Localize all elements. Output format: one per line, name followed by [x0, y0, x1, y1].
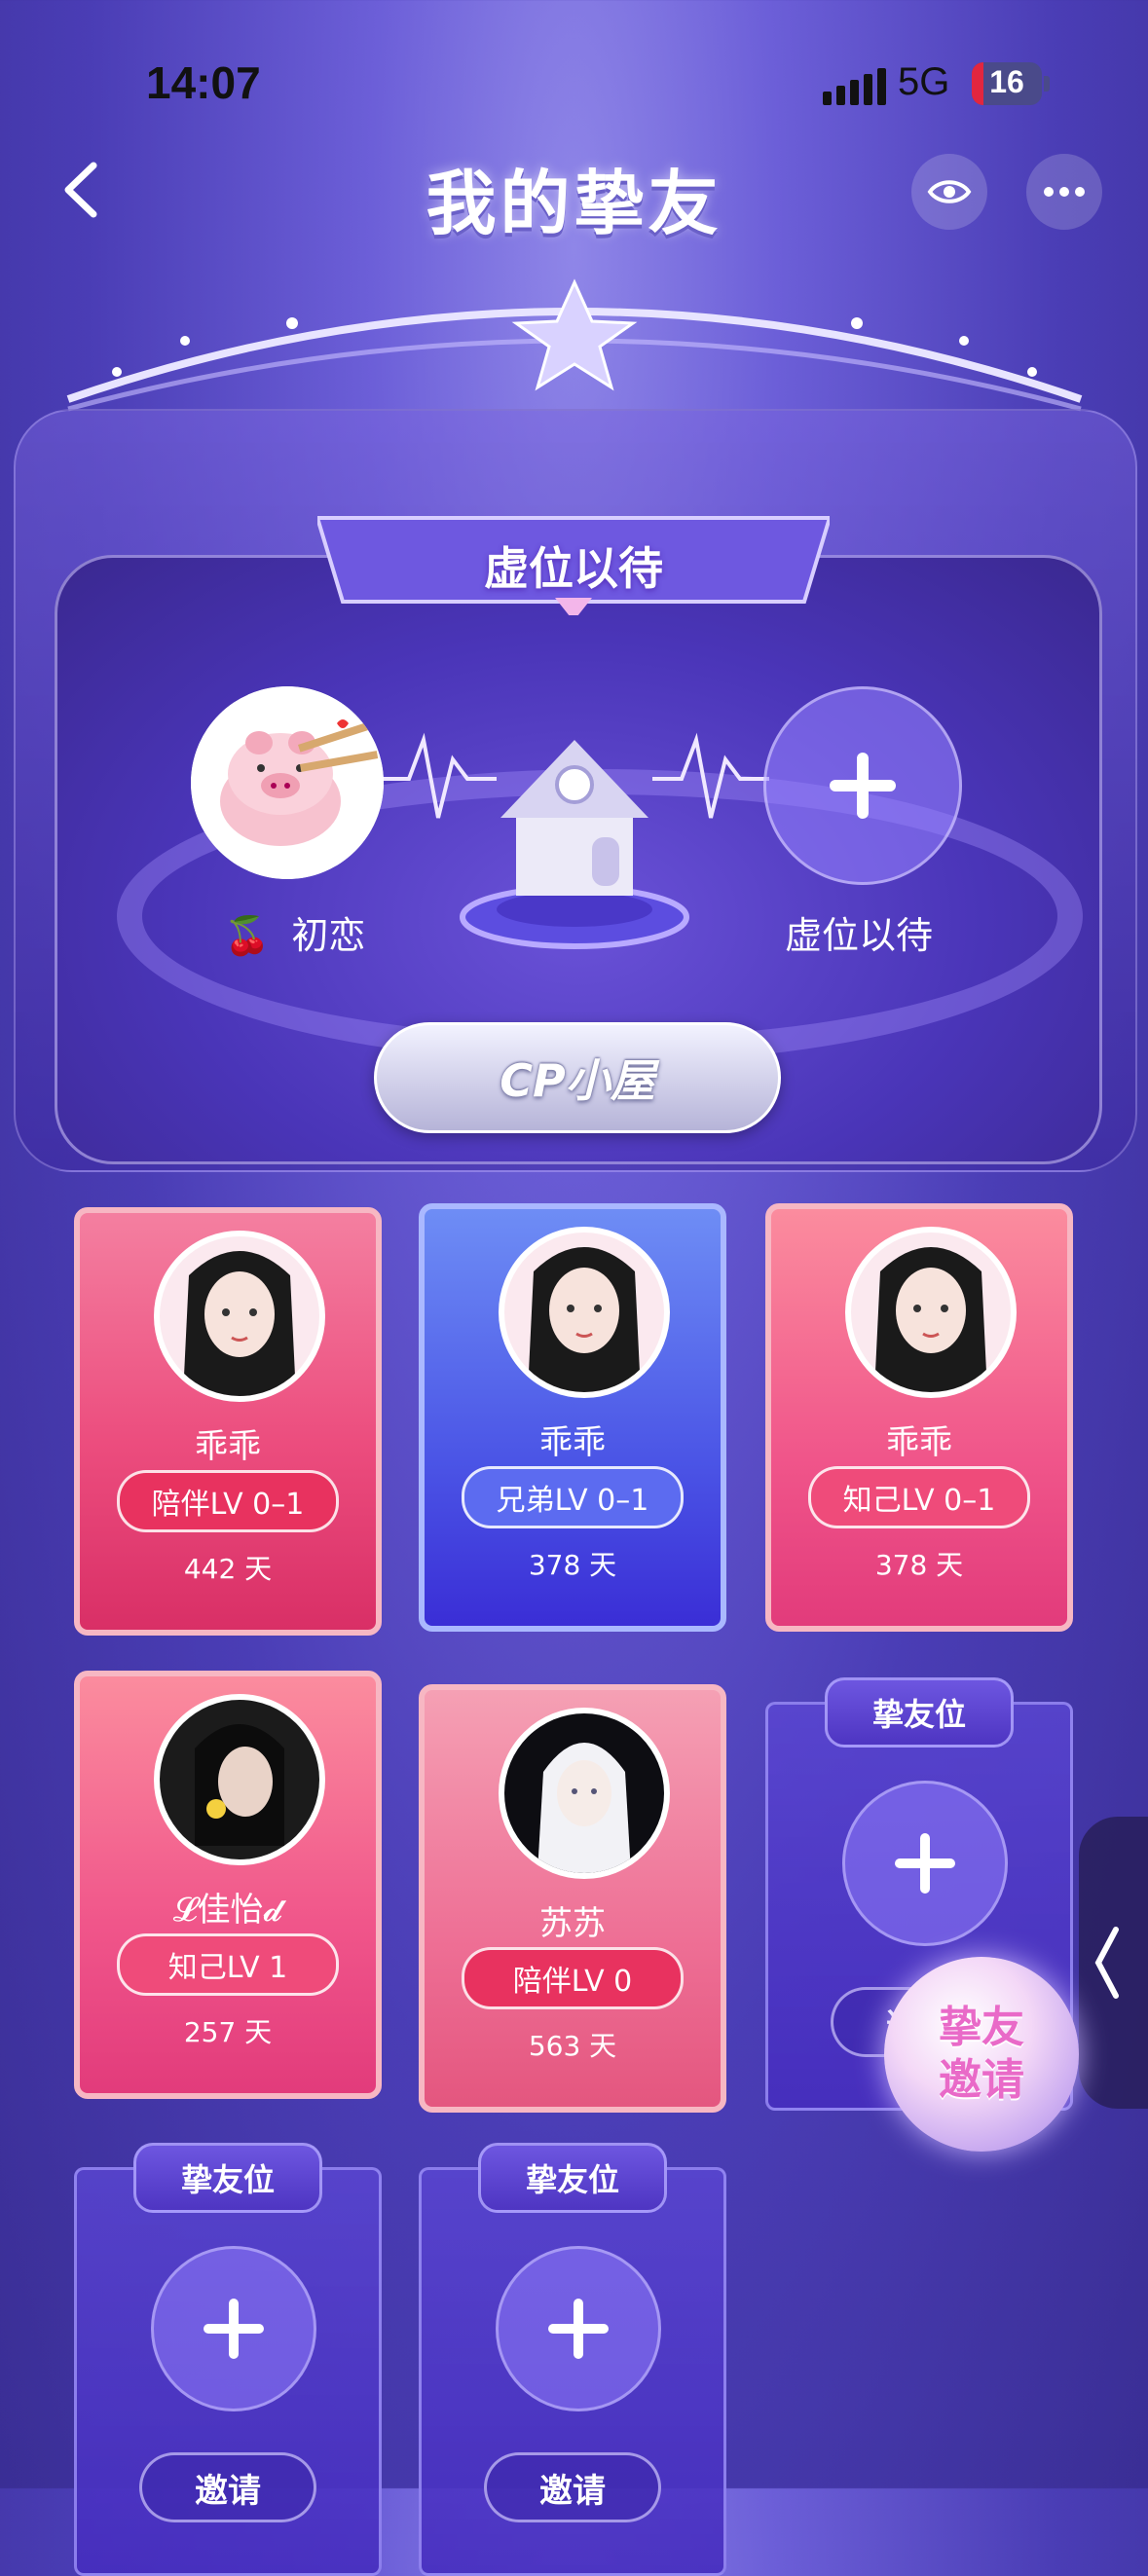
friend-level-badge: 知己LV 0–1: [808, 1466, 1030, 1528]
friend-days: 442 天: [183, 1553, 273, 1585]
add-friend-button[interactable]: [151, 2246, 316, 2411]
cp-left-avatar[interactable]: [191, 686, 384, 879]
friend-card[interactable]: 𝓛佳怡𝓭 知己LV 1 257 天: [74, 1671, 382, 2099]
friend-name: 乖乖: [539, 1423, 606, 1462]
empty-friend-slot[interactable]: 挚友位 邀请: [419, 2143, 726, 2576]
cp-left-name-text: 初恋: [291, 914, 366, 957]
friend-avatar: [154, 1694, 325, 1865]
cp-house-icon: [458, 701, 691, 954]
battery-nub: [1044, 76, 1050, 92]
slot-tag: 挚友位: [478, 2143, 667, 2213]
friend-level-badge: 陪伴LV 0–1: [117, 1470, 339, 1532]
side-drawer-tab[interactable]: [1079, 1817, 1148, 2109]
friend-card[interactable]: 乖乖 知己LV 0–1 378 天: [765, 1203, 1073, 1632]
friend-level-badge: 知己LV 1: [117, 1933, 339, 1996]
cp-banner-title: 虚位以待: [484, 542, 663, 595]
cp-house-button[interactable]: CP小屋: [374, 1022, 781, 1133]
chevron-left-icon: [1094, 1927, 1119, 1999]
cp-house-button-label: CP小屋: [500, 1054, 655, 1107]
friend-level-badge: 陪伴LV 0: [462, 1947, 684, 2009]
more-dots-icon: [1044, 187, 1085, 197]
plus-icon: [895, 1833, 955, 1894]
friend-avatar: [499, 1227, 670, 1398]
cp-left-name: 🍒 初恋: [224, 905, 365, 959]
network-label: 5G: [898, 60, 950, 103]
slot-tag: 挚友位: [133, 2143, 322, 2213]
plus-icon: [548, 2299, 609, 2359]
cherry-icon: 🍒: [224, 914, 271, 957]
battery-icon: 16: [972, 62, 1042, 105]
more-button[interactable]: [1026, 154, 1102, 230]
friend-days: 563 天: [528, 2030, 617, 2062]
battery-level: 16: [989, 64, 1024, 99]
cp-add-slot[interactable]: [763, 686, 962, 885]
plus-icon: [830, 753, 896, 819]
friend-avatar: [154, 1231, 325, 1402]
cp-right-label: 虚位以待: [785, 914, 934, 957]
invite-button[interactable]: 邀请: [139, 2452, 316, 2522]
friend-days: 257 天: [183, 2016, 273, 2048]
signal-icon: [823, 68, 886, 105]
add-friend-button[interactable]: [842, 1781, 1008, 1946]
slot-tag: 挚友位: [825, 1677, 1014, 1748]
visibility-button[interactable]: [911, 154, 987, 230]
friend-card[interactable]: 苏苏 陪伴LV 0 563 天: [419, 1684, 726, 2113]
invite-button[interactable]: 邀请: [484, 2452, 661, 2522]
pig-avatar-icon: [191, 686, 384, 879]
friend-level-badge: 兄弟LV 0–1: [462, 1466, 684, 1528]
friend-name: 𝓛佳怡𝓭: [172, 1891, 283, 1930]
friend-avatar: [499, 1708, 670, 1879]
friend-days: 378 天: [874, 1549, 964, 1581]
friend-card[interactable]: 乖乖 陪伴LV 0–1 442 天: [74, 1207, 382, 1636]
friend-avatar: [845, 1227, 1017, 1398]
fab-label-line2: 邀请: [939, 2055, 1024, 2105]
friend-name: 乖乖: [886, 1423, 952, 1462]
plus-icon: [204, 2299, 264, 2359]
friend-name: 乖乖: [195, 1427, 261, 1466]
friend-invite-fab[interactable]: 挚友 邀请: [884, 1957, 1079, 2152]
empty-friend-slot[interactable]: 挚友位 邀请: [74, 2143, 382, 2576]
eye-icon: [927, 180, 972, 203]
add-friend-button[interactable]: [496, 2246, 661, 2411]
friend-name: 苏苏: [539, 1904, 606, 1943]
friend-days: 378 天: [528, 1549, 617, 1581]
friend-card[interactable]: 乖乖 兄弟LV 0–1 378 天: [419, 1203, 726, 1632]
status-time: 14:07: [146, 57, 261, 108]
fab-label-line1: 挚友: [939, 2003, 1024, 2052]
